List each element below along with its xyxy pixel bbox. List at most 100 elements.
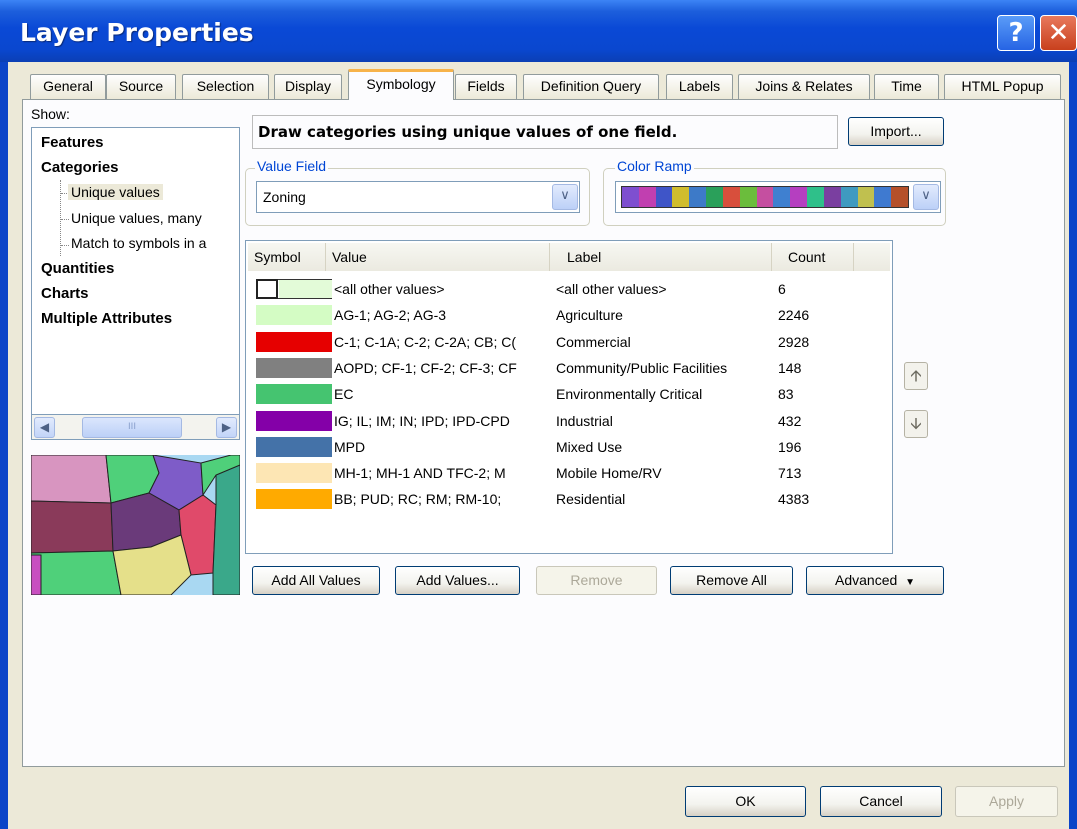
label-cell[interactable]: Agriculture — [556, 304, 778, 326]
label-cell[interactable]: Mixed Use — [556, 436, 778, 458]
arrow-up-icon[interactable]: 🡩 — [904, 362, 928, 390]
count-cell[interactable]: 713 — [778, 462, 838, 484]
count-cell[interactable]: 2246 — [778, 304, 838, 326]
column-header-label[interactable]: Label — [550, 243, 772, 271]
count-cell[interactable]: 432 — [778, 410, 838, 432]
table-row[interactable]: MPD Mixed Use 196 — [246, 436, 886, 458]
symbol-swatch[interactable] — [256, 279, 332, 299]
apply-button[interactable]: Apply — [955, 786, 1058, 817]
tab-selection[interactable]: Selection — [182, 74, 269, 99]
scroll-thumb[interactable]: III — [82, 417, 182, 438]
cancel-button[interactable]: Cancel — [820, 786, 942, 817]
ok-button[interactable]: OK — [685, 786, 806, 817]
add-values-button[interactable]: Add Values... — [395, 566, 520, 595]
count-cell[interactable]: 83 — [778, 383, 838, 405]
value-cell[interactable]: AOPD; CF-1; CF-2; CF-3; CF — [334, 357, 552, 379]
value-field-select[interactable]: Zoning ∨ — [256, 181, 580, 213]
table-row[interactable]: <all other values> <all other values> 6 — [246, 278, 886, 300]
symbol-swatch[interactable] — [256, 331, 332, 352]
symbol-swatch[interactable] — [256, 410, 332, 431]
tab-definition-query[interactable]: Definition Query — [523, 74, 659, 99]
color-ramp-segment — [706, 187, 723, 207]
table-row[interactable]: MH-1; MH-1 AND TFC-2; M Mobile Home/RV 713 — [246, 462, 886, 484]
table-row[interactable]: AG-1; AG-2; AG-3 Agriculture 2246 — [246, 304, 886, 326]
color-ramp-segment — [756, 187, 774, 207]
help-button[interactable]: ? — [997, 15, 1035, 51]
unique-values-table[interactable]: Symbol Value Label Count <all other valu… — [245, 240, 893, 554]
label-cell[interactable]: <all other values> — [556, 278, 778, 300]
close-button[interactable]: ✕ — [1040, 15, 1077, 51]
value-cell[interactable]: EC — [334, 383, 552, 405]
symbol-swatch[interactable] — [256, 436, 332, 457]
add-all-values-button[interactable]: Add All Values — [252, 566, 380, 595]
symbol-swatch[interactable] — [256, 489, 332, 510]
count-cell[interactable]: 2928 — [778, 331, 838, 353]
chevron-down-icon[interactable]: ∨ — [913, 184, 939, 210]
tree-item-unique-values[interactable]: Unique values — [68, 184, 163, 200]
tab-time[interactable]: Time — [874, 74, 939, 99]
tab-general[interactable]: General — [30, 74, 106, 99]
scroll-left-icon[interactable]: ◀ — [34, 417, 55, 438]
symbol-swatch[interactable] — [256, 305, 332, 326]
value-cell[interactable]: <all other values> — [334, 278, 552, 300]
tree-item-features[interactable]: Features — [41, 134, 104, 151]
symbol-swatch[interactable] — [256, 357, 332, 378]
tab-joins-relates[interactable]: Joins & Relates — [738, 74, 870, 99]
tab-labels[interactable]: Labels — [666, 74, 733, 99]
count-cell[interactable]: 6 — [778, 278, 838, 300]
tree-horizontal-scrollbar[interactable]: ◀ III ▶ — [31, 415, 240, 440]
count-cell[interactable]: 148 — [778, 357, 838, 379]
tab-fields[interactable]: Fields — [455, 74, 517, 99]
tree-item-unique-values-many[interactable]: Unique values, many — [71, 210, 202, 226]
symbol-swatch[interactable] — [256, 384, 332, 405]
table-row[interactable]: IG; IL; IM; IN; IPD; IPD-CPD Industrial 43… — [246, 410, 886, 432]
advanced-button[interactable]: Advanced ▼ — [806, 566, 944, 595]
import-button[interactable]: Import... — [848, 117, 944, 146]
value-cell[interactable]: IG; IL; IM; IN; IPD; IPD-CPD — [334, 410, 552, 432]
chevron-down-icon[interactable]: ∨ — [552, 184, 578, 210]
color-ramp-segment — [773, 187, 791, 207]
value-cell[interactable]: MPD — [334, 436, 552, 458]
tree-item-charts[interactable]: Charts — [41, 285, 89, 302]
label-cell[interactable]: Environmentally Critical — [556, 383, 778, 405]
tab-display[interactable]: Display — [274, 74, 342, 99]
tree-item-quantities[interactable]: Quantities — [41, 260, 114, 277]
tab-html-popup[interactable]: HTML Popup — [944, 74, 1061, 99]
column-header-symbol[interactable]: Symbol — [248, 243, 326, 271]
color-ramp-segment — [722, 187, 740, 207]
table-row[interactable]: C-1; C-1A; C-2; C-2A; CB; C(Commercial 29… — [246, 331, 886, 353]
tab-symbology[interactable]: Symbology — [348, 69, 454, 100]
symbol-swatch[interactable] — [256, 463, 332, 484]
tree-item-categories[interactable]: Categories — [41, 159, 119, 176]
tree-item-multiple-attributes[interactable]: Multiple Attributes — [41, 310, 172, 327]
color-ramp-segment — [739, 187, 757, 207]
title-bar: Layer Properties ? ✕ — [0, 0, 1077, 62]
table-row[interactable]: BB; PUD; RC; RM; RM-10; Residential 4383 — [246, 488, 886, 510]
label-cell[interactable]: Mobile Home/RV — [556, 462, 778, 484]
scroll-right-icon[interactable]: ▶ — [216, 417, 237, 438]
value-cell[interactable]: C-1; C-1A; C-2; C-2A; CB; C( — [334, 331, 552, 353]
column-header-value[interactable]: Value — [326, 243, 550, 271]
column-header-count[interactable]: Count — [772, 243, 854, 271]
color-ramp-select[interactable]: ∨ — [615, 181, 941, 213]
table-row[interactable]: EC Environmentally Critical 83 — [246, 383, 886, 405]
label-cell[interactable]: Industrial — [556, 410, 778, 432]
label-cell[interactable]: Commercial — [556, 331, 778, 353]
tab-source[interactable]: Source — [106, 74, 176, 99]
color-ramp-segment — [622, 187, 639, 207]
color-ramp-segment — [823, 187, 841, 207]
table-row[interactable]: AOPD; CF-1; CF-2; CF-3; CF Community/Publ… — [246, 357, 886, 379]
remove-button[interactable]: Remove — [536, 566, 657, 595]
color-ramp-segment — [807, 187, 824, 207]
label-cell[interactable]: Residential — [556, 488, 778, 510]
value-cell[interactable]: MH-1; MH-1 AND TFC-2; M — [334, 462, 552, 484]
value-cell[interactable]: BB; PUD; RC; RM; RM-10; — [334, 488, 552, 510]
remove-all-button[interactable]: Remove All — [670, 566, 793, 595]
count-cell[interactable]: 4383 — [778, 488, 838, 510]
tree-item-match-symbols[interactable]: Match to symbols in a — [71, 235, 206, 251]
value-cell[interactable]: AG-1; AG-2; AG-3 — [334, 304, 552, 326]
tree-connector — [61, 219, 69, 220]
label-cell[interactable]: Community/Public Facilities — [556, 357, 778, 379]
count-cell[interactable]: 196 — [778, 436, 838, 458]
arrow-down-icon[interactable]: 🡫 — [904, 410, 928, 438]
